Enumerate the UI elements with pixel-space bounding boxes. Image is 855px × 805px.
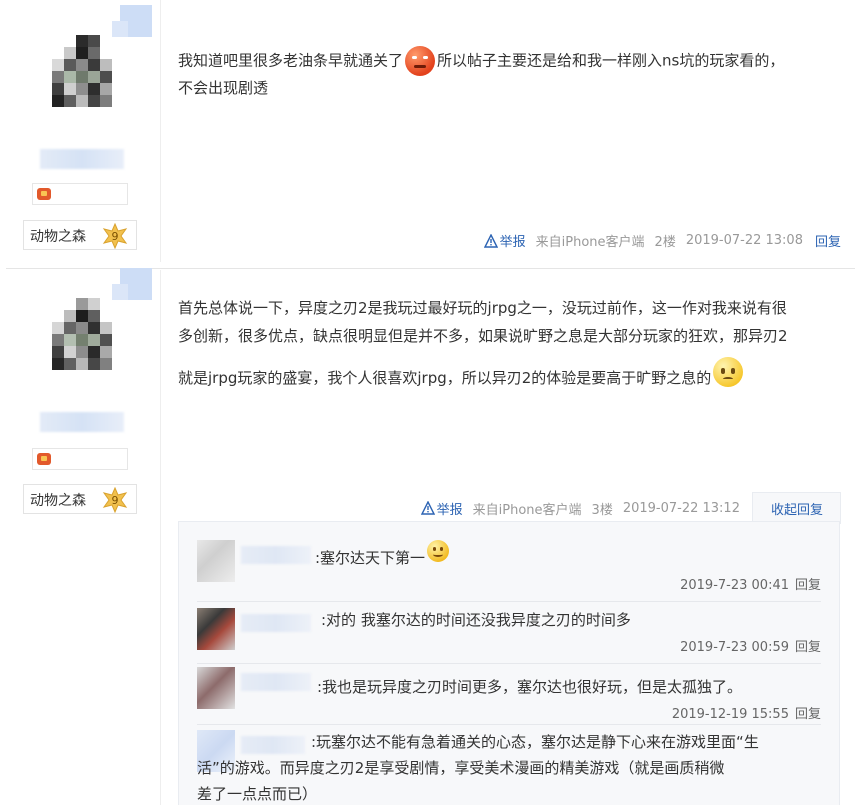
post-text: 多创新，很多优点，缺点很明显但是并不多，如果说旷野之息是大部分玩家的狂欢，那异刃… [178, 327, 788, 345]
warning-icon [483, 233, 498, 248]
sub-reply-text: :玩塞尔达不能有急着通关的心态，塞尔达是静下心来在游戏里面“生 [311, 733, 759, 751]
post-source: 来自iPhone客户端 [535, 235, 645, 250]
sub-reply-item: :塞尔达天下第一 2019-7-23 00:41 回复 [197, 540, 821, 600]
sub-reply-text: 活”的游戏。而异度之刃2是享受剧情，享受美术漫画的精美游戏（就是画质稍微 [197, 759, 725, 777]
sub-reply-author[interactable] [241, 546, 311, 564]
author-name[interactable] [40, 412, 124, 432]
sub-reply-button[interactable]: 回复 [795, 640, 821, 655]
warning-icon [420, 501, 435, 515]
sub-reply-item: :玩塞尔达不能有急着通关的心态，塞尔达是静下心来在游戏里面“生 活”的游戏。而异… [197, 730, 821, 805]
sub-reply-meta: 2019-7-23 00:59 回复 [680, 636, 821, 655]
sub-reply-text: :我也是玩异度之刃时间更多，塞尔达也很好玩，但是太孤独了。 [317, 678, 743, 696]
post-tail: 举报 来自iPhone客户端 3楼 2019-07-22 13:12 收起回复 [420, 492, 841, 524]
post-source: 来自iPhone客户端 [472, 502, 582, 518]
level-star-icon: 9 [102, 487, 128, 513]
sub-reply-panel: :塞尔达天下第一 2019-7-23 00:41 回复 :对的 我塞尔达的时间还没… [178, 521, 840, 805]
level-number: 9 [112, 230, 119, 243]
level-name: 动物之森 [30, 229, 86, 245]
sub-reply-meta: 2019-12-19 15:55 回复 [672, 703, 821, 722]
post-text: 我知道吧里很多老油条早就通关了 [178, 51, 404, 70]
sub-reply-time: 2019-7-23 00:59 [680, 640, 789, 655]
sub-reply-button[interactable]: 回复 [795, 707, 821, 722]
worried-face-emoji [713, 357, 744, 387]
forum-level[interactable]: 动物之森 9 [23, 220, 137, 250]
collapse-replies-button[interactable]: 收起回复 [751, 492, 841, 524]
reply-button[interactable]: 回复 [815, 231, 841, 250]
sub-reply-avatar[interactable] [197, 667, 235, 709]
sub-reply-button[interactable]: 回复 [795, 578, 821, 593]
post-floor-3: 动物之森 9 首先总体说一下，异度之刃2是我玩过最好玩的jrpg之一，没玩过前作… [0, 262, 855, 805]
sub-reply-text: 差了一点点而已） [197, 785, 318, 803]
post-content: 首先总体说一下，异度之刃2是我玩过最好玩的jrpg之一，没玩过前作，这一作对我来… [178, 295, 788, 391]
author-panel: 动物之森 9 [0, 0, 160, 262]
post-floor-2: 动物之森 9 我知道吧里很多老油条早就通关了 所以帖子主要还是给和我一样刚入ns坑… [0, 0, 855, 262]
avatar[interactable] [24, 268, 152, 396]
post-text: 首先总体说一下，异度之刃2是我玩过最好玩的jrpg之一，没玩过前作，这一作对我来… [178, 299, 787, 317]
author-panel: 动物之森 9 [0, 262, 160, 805]
angry-face-emoji [405, 46, 436, 76]
post-text: 就是jrpg玩家的盛宴，我个人很喜欢jrpg，所以异刃2的体验是要高于旷野之息的 [178, 369, 712, 387]
sub-reply-time: 2019-12-19 15:55 [671, 707, 789, 722]
report-link[interactable]: 举报 [420, 499, 463, 518]
sub-reply-avatar[interactable] [197, 608, 235, 650]
sub-reply-author[interactable] [241, 614, 311, 632]
user-title-badge [32, 183, 128, 205]
sub-reply-time: 2019-7-23 00:41 [680, 578, 789, 593]
smiling-face-emoji [427, 540, 450, 562]
level-name: 动物之森 [30, 493, 86, 509]
level-number: 9 [112, 494, 119, 507]
sub-reply-text: :塞尔达天下第一 [315, 549, 426, 567]
floor-number: 3楼 [591, 502, 613, 518]
post-time: 2019-07-22 13:08 [685, 233, 803, 248]
sub-reply-item: :对的 我塞尔达的时间还没我异度之刃的时间多 2019-7-23 00:59 回复 [197, 608, 821, 668]
sub-reply-author[interactable] [241, 673, 311, 691]
sub-reply-meta: 2019-7-23 00:41 回复 [680, 574, 821, 593]
level-star-icon: 9 [102, 223, 128, 249]
post-content: 我知道吧里很多老油条早就通关了 所以帖子主要还是给和我一样刚入ns坑的玩家看的， … [178, 46, 784, 100]
badge-icon [37, 188, 51, 200]
user-title-badge [32, 448, 128, 470]
sub-reply-avatar[interactable] [197, 540, 235, 582]
badge-icon [37, 453, 51, 465]
post-text: 所以帖子主要还是给和我一样刚入ns坑的玩家看的， [437, 51, 785, 70]
avatar[interactable] [24, 5, 152, 133]
report-link[interactable]: 举报 [483, 231, 526, 250]
post-tail: 举报 来自iPhone客户端 2楼 2019-07-22 13:08 回复 [483, 231, 841, 250]
sub-reply-author[interactable] [241, 736, 305, 754]
author-name[interactable] [40, 149, 124, 169]
floor-number: 2楼 [654, 235, 676, 250]
sub-reply-text: :对的 我塞尔达的时间还没我异度之刃的时间多 [321, 611, 631, 629]
sub-reply-item: :我也是玩异度之刃时间更多，塞尔达也很好玩，但是太孤独了。 2019-12-19… [197, 667, 821, 722]
post-text: 不会出现剧透 [178, 79, 269, 97]
forum-level[interactable]: 动物之森 9 [23, 484, 137, 514]
post-time: 2019-07-22 13:12 [622, 500, 740, 516]
